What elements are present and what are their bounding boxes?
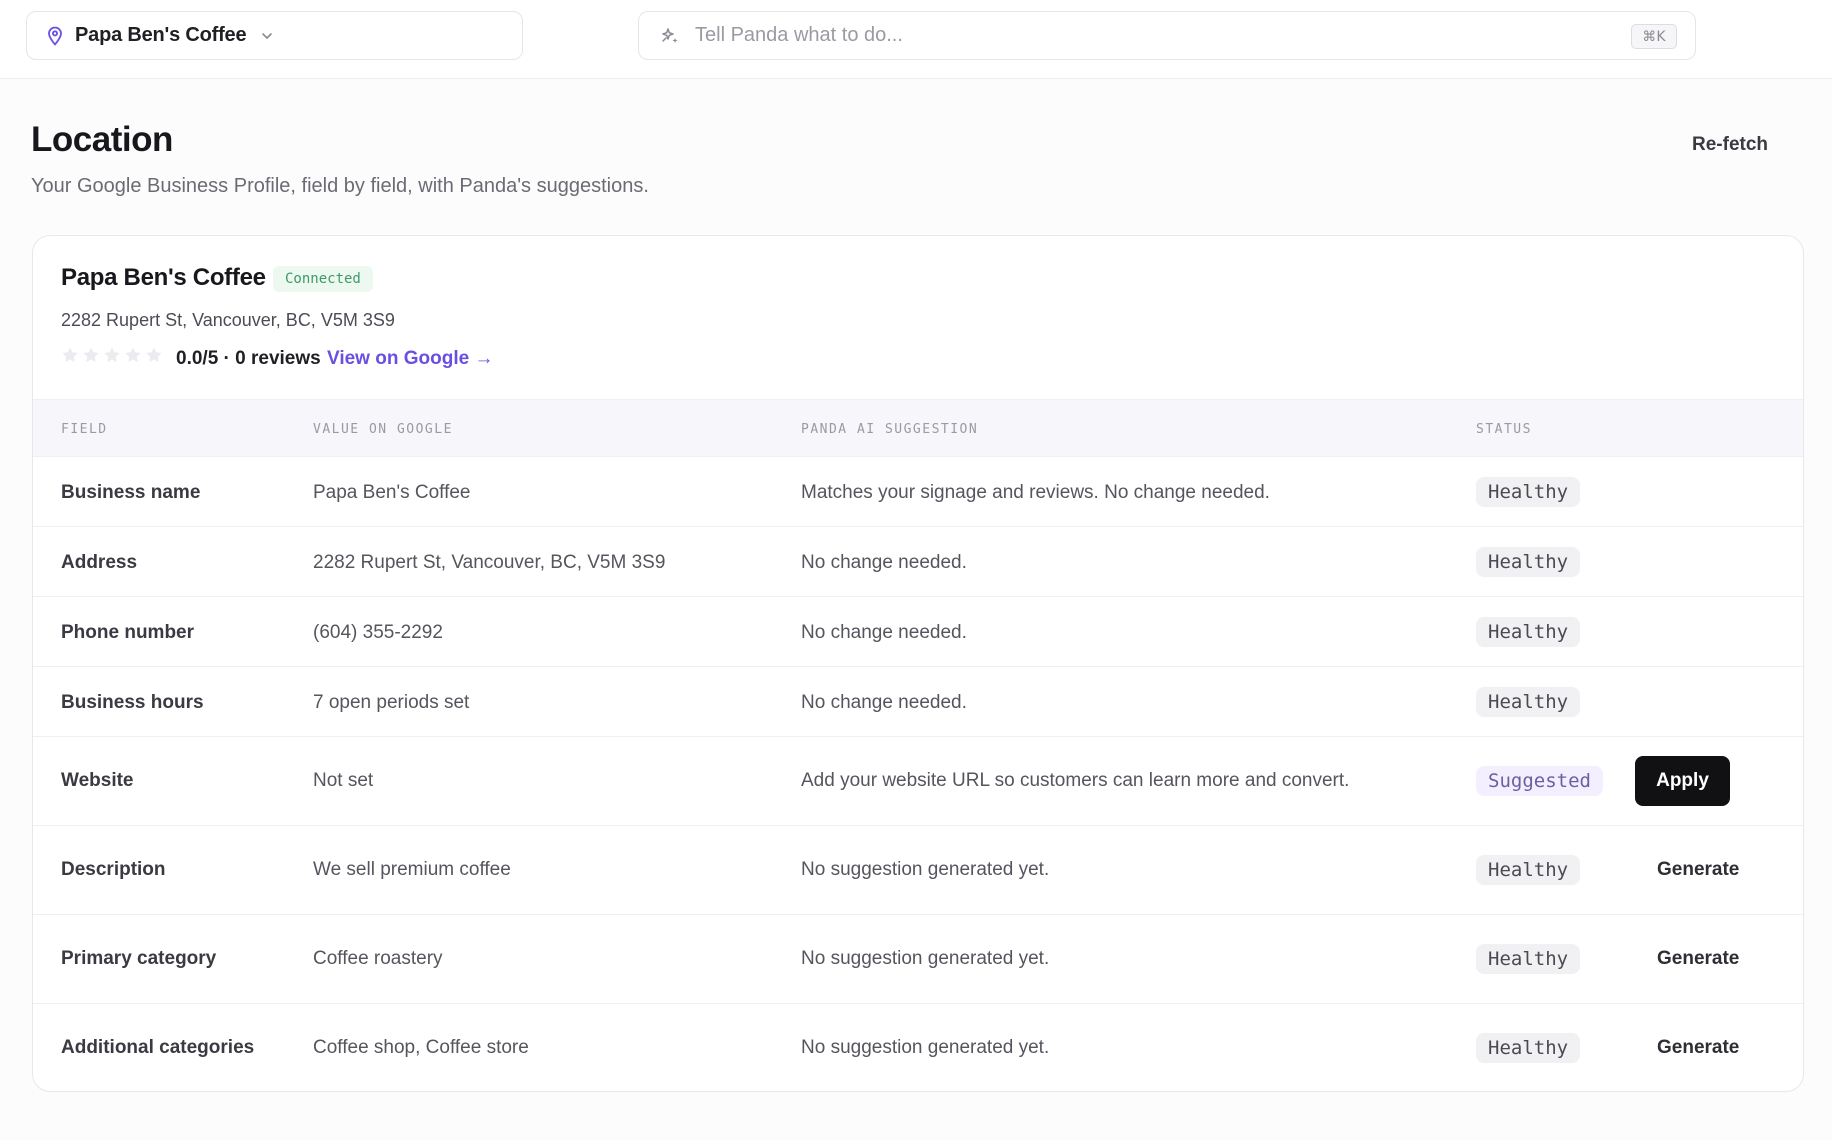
location-name: Papa Ben's Coffee — [75, 24, 247, 46]
star-icon — [61, 346, 79, 364]
ai-suggestion: Add your website URL so customers can le… — [801, 770, 1350, 791]
generate-button[interactable]: Generate — [1657, 948, 1739, 970]
table-row: Address 2282 Rupert St, Vancouver, BC, V… — [33, 527, 1803, 597]
sparkle-icon — [659, 25, 681, 47]
field-name: Website — [61, 770, 134, 791]
top-bar: Papa Ben's Coffee ⌘K — [0, 0, 1832, 79]
refetch-button[interactable]: Re-fetch — [1692, 134, 1768, 156]
status-badge: Healthy — [1476, 855, 1581, 885]
field-name: Additional categories — [61, 1037, 255, 1058]
shortcut-hint: ⌘K — [1631, 24, 1677, 49]
page-title: Location — [31, 120, 173, 159]
rating-summary: 0.0/5 · 0 reviews — [176, 348, 321, 369]
ai-suggestion: No change needed. — [801, 622, 967, 643]
connection-badge: Connected — [273, 266, 373, 292]
ai-suggestion: No suggestion generated yet. — [801, 948, 1050, 969]
ai-suggestion: No suggestion generated yet. — [801, 859, 1050, 880]
star-icon — [103, 346, 121, 364]
status-badge: Healthy — [1476, 547, 1581, 577]
apply-button[interactable]: Apply — [1635, 756, 1730, 806]
field-value: Coffee shop, Coffee store — [313, 1037, 529, 1058]
field-name: Primary category — [61, 948, 217, 969]
field-name: Phone number — [61, 622, 195, 643]
command-bar[interactable]: ⌘K — [638, 11, 1696, 60]
status-badge: Suggested — [1476, 766, 1603, 796]
field-value: 7 open periods set — [313, 692, 470, 713]
business-name: Papa Ben's Coffee — [61, 264, 266, 291]
field-value: 2282 Rupert St, Vancouver, BC, V5M 3S9 — [313, 552, 666, 573]
generate-button[interactable]: Generate — [1657, 859, 1739, 881]
location-selector[interactable]: Papa Ben's Coffee — [26, 11, 523, 60]
field-value: Not set — [313, 770, 374, 791]
ai-suggestion: No change needed. — [801, 552, 967, 573]
table-row: Business name Papa Ben's Coffee Matches … — [33, 457, 1803, 527]
status-badge: Healthy — [1476, 617, 1581, 647]
ai-suggestion: No change needed. — [801, 692, 967, 713]
field-value: We sell premium coffee — [313, 859, 511, 880]
profile-card: Papa Ben's Coffee Connected 2282 Rupert … — [32, 235, 1804, 1092]
header-status: STATUS — [1476, 422, 1532, 437]
ai-suggestion: No suggestion generated yet. — [801, 1037, 1050, 1058]
table-row: Business hours 7 open periods set No cha… — [33, 667, 1803, 737]
field-value: Coffee roastery — [313, 948, 443, 969]
table-header: FIELD VALUE ON GOOGLE PANDA AI SUGGESTIO… — [33, 399, 1803, 457]
field-value: Papa Ben's Coffee — [313, 482, 471, 503]
star-icon — [82, 346, 100, 364]
status-badge: Healthy — [1476, 1033, 1581, 1063]
view-on-google-link[interactable]: View on Google → — [327, 348, 493, 370]
status-badge: Healthy — [1476, 477, 1581, 507]
chevron-down-icon — [260, 29, 274, 43]
ai-suggestion: Matches your signage and reviews. No cha… — [801, 482, 1270, 503]
header-value: VALUE ON GOOGLE — [313, 422, 453, 437]
table-row: Primary category Coffee roastery No sugg… — [33, 915, 1803, 1004]
field-name: Business name — [61, 482, 201, 503]
status-badge: Healthy — [1476, 687, 1581, 717]
header-field: FIELD — [61, 422, 108, 437]
table-row: Description We sell premium coffee No su… — [33, 826, 1803, 915]
map-pin-icon — [47, 26, 63, 46]
star-icon — [145, 346, 163, 364]
status-badge: Healthy — [1476, 944, 1581, 974]
table-row: Additional categories Coffee shop, Coffe… — [33, 1004, 1803, 1091]
field-name: Address — [61, 552, 138, 573]
page-subtitle: Your Google Business Profile, field by f… — [31, 175, 649, 197]
field-name: Description — [61, 859, 166, 880]
command-input[interactable] — [695, 24, 1595, 47]
star-icon — [124, 346, 142, 364]
table-row: Phone number (604) 355-2292 No change ne… — [33, 597, 1803, 667]
rating-stars — [61, 346, 163, 364]
business-address: 2282 Rupert St, Vancouver, BC, V5M 3S9 — [61, 310, 395, 330]
generate-button[interactable]: Generate — [1657, 1037, 1739, 1059]
field-value: (604) 355-2292 — [313, 622, 443, 643]
field-name: Business hours — [61, 692, 204, 713]
header-suggestion: PANDA AI SUGGESTION — [801, 422, 979, 437]
table-row: Website Not set Add your website URL so … — [33, 737, 1803, 826]
